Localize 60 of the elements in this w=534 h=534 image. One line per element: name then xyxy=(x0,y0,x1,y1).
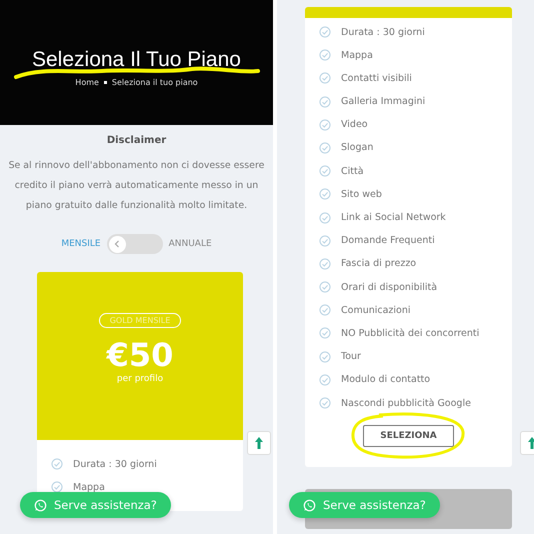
feature-text: Durata : 30 giorni xyxy=(73,458,157,470)
plan-badge: GOLD MENSILE xyxy=(98,313,182,328)
feature-text: Comunicazioni xyxy=(341,304,411,316)
check-circle-icon xyxy=(319,188,331,200)
feature-text: Tour xyxy=(341,351,361,362)
feature-text: Link ai Social Network xyxy=(341,212,446,223)
price-unit: per profilo xyxy=(116,374,164,384)
feature-text: Sito web xyxy=(341,188,382,200)
feature-text: Video xyxy=(341,119,368,130)
disclaimer-heading: Disclaimer xyxy=(106,135,168,146)
page-title: Seleziona Il Tuo Piano xyxy=(32,48,241,72)
billing-option[interactable]: MENSILE xyxy=(61,239,101,249)
select-button[interactable]: SELEZIONA xyxy=(363,425,454,447)
feature-text: Durata : 30 giorni xyxy=(341,26,425,38)
feature-text: Galleria Immagini xyxy=(341,96,426,108)
scroll-top-button[interactable] xyxy=(247,431,271,455)
check-circle-icon xyxy=(319,142,331,154)
check-circle-icon xyxy=(51,481,63,493)
check-circle-icon xyxy=(51,458,63,470)
whatsapp-chat-button[interactable]: Serve assistenza? xyxy=(20,492,171,518)
feature-text: Mappa xyxy=(73,482,105,492)
whatsapp-icon xyxy=(303,498,316,512)
check-circle-icon xyxy=(319,72,331,84)
billing-option[interactable]: ANNUALE xyxy=(168,239,212,249)
check-circle-icon xyxy=(319,281,331,294)
arrow-up-icon xyxy=(255,437,263,449)
feature-text: Modulo di contatto xyxy=(341,374,430,386)
check-circle-icon xyxy=(319,374,331,386)
check-circle-icon xyxy=(319,49,331,62)
check-circle-icon xyxy=(319,234,331,247)
feature-text: NO Pubblicità dei concorrenti xyxy=(341,328,480,339)
disclaimer-text: Se al rinnovo dell'abbonamento non ci dovesse essere credito il piano verrà automaticamente messo in un piano gratuito dalle funzionalità molto limitate. xyxy=(8,159,265,213)
check-circle-icon xyxy=(319,350,331,363)
feature-text: Città xyxy=(341,166,364,177)
switch-knob[interactable] xyxy=(108,236,126,252)
billing-switch[interactable] xyxy=(106,234,163,254)
feature-text: Slogan xyxy=(341,142,374,154)
check-circle-icon xyxy=(319,327,331,340)
whatsapp-chat-button[interactable]: Serve assistenza? xyxy=(289,492,440,518)
feature-text: Contatti visibili xyxy=(341,72,412,84)
check-circle-icon xyxy=(319,96,331,108)
check-circle-icon xyxy=(319,397,331,409)
feature-text: Orari di disponibilità xyxy=(341,282,438,293)
feature-text: Domande Frequenti xyxy=(341,235,435,246)
feature-text: Mappa xyxy=(341,50,373,61)
check-circle-icon xyxy=(319,165,331,178)
breadcrumb-separator xyxy=(104,81,107,84)
chevron-left-icon xyxy=(114,240,120,248)
check-circle-icon xyxy=(319,26,331,38)
arrow-up-icon xyxy=(528,437,534,449)
check-circle-icon xyxy=(319,212,331,224)
check-circle-icon xyxy=(319,258,331,270)
feature-text: Nascondi pubblicità Google xyxy=(341,398,471,408)
plan-price: €50 xyxy=(106,336,174,374)
breadcrumb-link[interactable]: Seleziona il tuo piano xyxy=(112,78,198,87)
check-circle-icon xyxy=(319,118,331,131)
breadcrumb-link[interactable]: Home xyxy=(75,78,99,87)
whatsapp-icon xyxy=(34,498,47,512)
feature-text: Fascia di prezzo xyxy=(341,258,416,270)
check-circle-icon xyxy=(319,304,331,316)
